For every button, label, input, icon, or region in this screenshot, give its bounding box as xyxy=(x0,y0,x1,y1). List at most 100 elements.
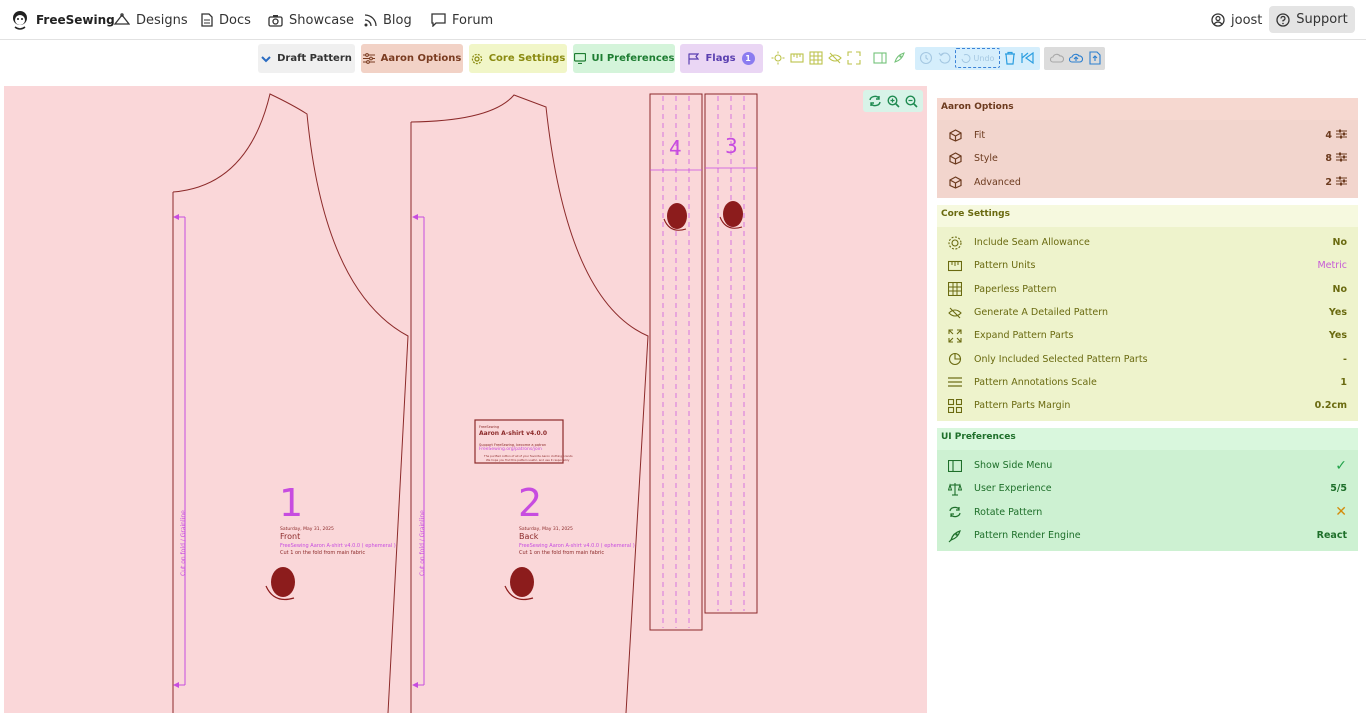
pref-row-side-menu[interactable]: Show Side Menu ✓ xyxy=(937,454,1358,477)
pattern-canvas[interactable]: Cut on fold / Grainline Cut on fold / Gr… xyxy=(4,86,927,713)
margin-grid-icon xyxy=(948,398,962,413)
pref-value-user-experience: 5/5 xyxy=(1330,483,1347,495)
back-piece-outline xyxy=(410,94,649,713)
nav-showcase[interactable]: Showcase xyxy=(268,10,354,30)
option-row-advanced[interactable]: Advanced 2 xyxy=(937,171,1358,194)
ui-preferences-button[interactable]: UI Preferences xyxy=(573,44,675,73)
reset-view-icon[interactable] xyxy=(868,95,882,107)
pref-label-side-menu: Show Side Menu xyxy=(974,460,1053,472)
setting-value-detailed: Yes xyxy=(1328,307,1347,319)
nav-blog[interactable]: Blog xyxy=(364,10,412,30)
rocket-icon[interactable] xyxy=(892,51,906,65)
ui-preferences-title: UI Preferences xyxy=(937,428,1358,450)
grid-icon[interactable] xyxy=(809,51,823,65)
part-2-design: FreeSewing Aaron A-shirt v4.0.0 ( epheme… xyxy=(519,543,635,549)
user-circle-icon xyxy=(1211,13,1225,27)
setting-label-paperless: Paperless Pattern xyxy=(974,283,1057,295)
setting-value-expand: Yes xyxy=(1328,330,1347,342)
skull-logo-strip-4 xyxy=(663,203,687,231)
freesewing-logo-icon xyxy=(13,11,27,30)
setting-value-margin: 0.2cm xyxy=(1314,400,1347,412)
option-label-style: Style xyxy=(974,153,998,165)
username: joost xyxy=(1231,12,1263,28)
aaron-options-panel: Aaron Options Fit 4 Style 8 Advanced 2 xyxy=(937,98,1358,198)
setting-row-paperless[interactable]: Paperless Pattern No xyxy=(937,278,1358,301)
document-icon xyxy=(201,13,213,27)
pref-label-rotate: Rotate Pattern xyxy=(974,506,1043,518)
zoom-in-icon[interactable] xyxy=(887,94,900,108)
check-icon: ✓ xyxy=(1335,457,1347,474)
sliders-icon xyxy=(1336,152,1347,165)
front-piece-outline xyxy=(172,93,409,713)
nav-forum[interactable]: Forum xyxy=(431,10,493,30)
cloud-upload-icon[interactable] xyxy=(1069,51,1083,65)
setting-row-annotations-scale[interactable]: Pattern Annotations Scale 1 xyxy=(937,371,1358,394)
rocket-icon xyxy=(948,529,961,542)
brand-link[interactable]: FreeSewing xyxy=(10,8,115,32)
scale-icon xyxy=(948,482,962,496)
undo-button[interactable]: Undo xyxy=(955,48,1000,68)
rss-icon xyxy=(364,13,377,26)
front-fold-line xyxy=(174,216,186,686)
setting-value-only-parts: - xyxy=(1343,353,1347,365)
support-button[interactable]: Support xyxy=(1269,6,1355,33)
undo-all-icon[interactable] xyxy=(938,51,952,65)
expand-icon[interactable] xyxy=(847,51,861,65)
setting-row-units[interactable]: Pattern Units Metric xyxy=(937,254,1358,277)
export-document-icon[interactable] xyxy=(1088,51,1102,65)
nav-designs[interactable]: Designs xyxy=(114,10,188,30)
eye-off-icon[interactable] xyxy=(828,51,842,65)
close-icon: ✕ xyxy=(1335,504,1347,521)
flag-icon xyxy=(688,52,700,64)
setting-row-detailed[interactable]: Generate A Detailed Pattern Yes xyxy=(937,301,1358,324)
flags-label: Flags xyxy=(705,53,736,64)
undo-icon xyxy=(961,54,970,63)
nav-docs[interactable]: Docs xyxy=(201,10,251,30)
setting-row-seam-allowance[interactable]: Include Seam Allowance No xyxy=(937,231,1358,254)
title-block-kicker: FreeSewing xyxy=(479,425,500,429)
pref-row-user-experience[interactable]: User Experience 5/5 xyxy=(937,477,1358,500)
draft-pattern-button[interactable]: Draft Pattern xyxy=(258,44,355,73)
sidebar-icon[interactable] xyxy=(873,51,887,65)
setting-value-paperless: No xyxy=(1332,283,1347,295)
title-block-note2: We hope you find this pattern useful, an… xyxy=(486,458,570,462)
core-settings-button[interactable]: Core Settings xyxy=(469,44,567,73)
part-1-cut: Cut 1 on the fold from main fabric xyxy=(280,550,366,556)
ui-preferences-label: UI Preferences xyxy=(591,53,675,64)
ruler-icon[interactable] xyxy=(790,51,804,65)
option-row-style[interactable]: Style 8 xyxy=(937,147,1358,170)
setting-value-annotations-scale: 1 xyxy=(1340,376,1347,388)
sun-icon[interactable] xyxy=(771,51,785,65)
grid-icon xyxy=(948,282,962,297)
reset-icon[interactable] xyxy=(1021,51,1035,65)
sidebar-icon xyxy=(948,459,962,472)
history-icon[interactable] xyxy=(919,51,933,65)
pattern-drawing xyxy=(172,93,758,713)
option-row-fit[interactable]: Fit 4 xyxy=(937,124,1358,147)
help-circle-icon xyxy=(1276,12,1290,27)
flags-button[interactable]: Flags 1 xyxy=(680,44,763,73)
title-block-title: Aaron A-shirt v4.0.0 xyxy=(479,430,548,437)
setting-row-only-parts[interactable]: Only Included Selected Pattern Parts - xyxy=(937,347,1358,370)
aaron-options-button[interactable]: Aaron Options xyxy=(361,44,463,73)
setting-label-only-parts: Only Included Selected Pattern Parts xyxy=(974,353,1148,365)
nav-showcase-label: Showcase xyxy=(289,12,354,28)
nav-forum-label: Forum xyxy=(452,12,494,28)
brand-name: FreeSewing xyxy=(36,13,115,27)
pref-row-render-engine[interactable]: Pattern Render Engine React xyxy=(937,524,1358,547)
aaron-options-title: Aaron Options xyxy=(937,98,1358,120)
pref-label-render-engine: Pattern Render Engine xyxy=(974,530,1081,542)
option-label-advanced: Advanced xyxy=(974,176,1021,188)
setting-row-margin[interactable]: Pattern Parts Margin 0.2cm xyxy=(937,394,1358,417)
top-navigation: FreeSewing Designs Docs Showcase Blog Fo… xyxy=(0,0,1366,40)
cube-icon xyxy=(948,152,962,166)
trash-icon[interactable] xyxy=(1003,51,1017,65)
pref-row-rotate[interactable]: Rotate Pattern ✕ xyxy=(937,501,1358,524)
pref-label-user-experience: User Experience xyxy=(974,483,1052,495)
user-account-link[interactable]: joost xyxy=(1211,10,1262,30)
setting-row-expand[interactable]: Expand Pattern Parts Yes xyxy=(937,324,1358,347)
lines-icon xyxy=(948,377,962,388)
zoom-out-icon[interactable] xyxy=(905,94,918,108)
aaron-options-label: Aaron Options xyxy=(380,53,462,64)
cloud-icon[interactable] xyxy=(1050,51,1064,65)
